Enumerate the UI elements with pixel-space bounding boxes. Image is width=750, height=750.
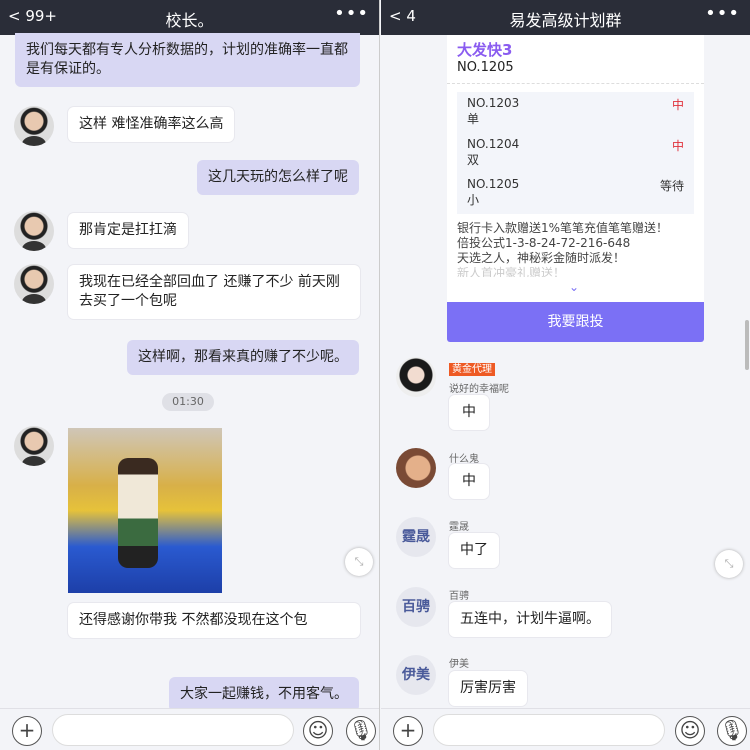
microphone-icon[interactable]: 🎙 [346, 716, 376, 746]
collapse-icon[interactable]: ⤡ [345, 548, 373, 576]
sender-name: 伊美 [449, 659, 469, 670]
avatar[interactable] [14, 426, 54, 466]
message-bubble: 那肯定是扛扛滴 [68, 213, 188, 248]
record-issue: NO.1205 [467, 177, 520, 191]
chat-title: 校长。 [165, 11, 214, 30]
message-bubble: 我们每天都有专人分析数据的，计划的准确率一直都是有保证的。 [15, 33, 360, 87]
sender-name: 霆晟 [449, 522, 469, 533]
follow-bet-button[interactable]: 我要跟投 [447, 302, 704, 342]
message-input[interactable] [433, 714, 665, 746]
avatar[interactable]: 百骋 [396, 587, 436, 627]
avatar[interactable] [396, 448, 436, 488]
more-icon[interactable]: ••• [705, 3, 740, 24]
input-bar: + ☺ 🎙 [0, 708, 379, 750]
record-issue: NO.1204 [467, 137, 520, 151]
plan-card: 大发快3 NO.1205 NO.1203 中单 NO.1204 中双 NO.1205… [447, 35, 704, 302]
avatar[interactable] [14, 264, 54, 304]
more-icon[interactable]: ••• [334, 3, 369, 24]
expand-chevron-icon[interactable]: ⌄ [569, 280, 579, 294]
avatar[interactable] [396, 357, 436, 397]
record-status: 等待 [659, 179, 684, 193]
chat-header: < 4 易发高级计划群 ••• [381, 0, 750, 35]
collapse-icon[interactable]: ⤡ [715, 550, 743, 578]
record-row: NO.1205 等待小 [457, 177, 694, 208]
message-bubble: 厉害厉害 [449, 671, 527, 706]
current-issue: NO.1205 [457, 60, 514, 75]
time-divider: 01:30 [162, 393, 214, 411]
record-row: NO.1203 中单 [457, 96, 694, 127]
photo-image[interactable] [68, 428, 222, 593]
message-bubble: 大家一起赚钱，不用客气。 [169, 677, 359, 712]
sender-name: 百骋 [449, 591, 469, 602]
left-chat-panel: < 99+ 校长。 ••• 我们每天都有专人分析数据的，计划的准确率一直都是有保… [0, 0, 380, 750]
notes: 银行卡入款赠送1%笔笔充值笔笔赠送！ 倍投公式1-3-8-24-72-216-6… [457, 221, 668, 277]
message-bubble: 中了 [449, 533, 499, 568]
avatar[interactable] [14, 211, 54, 251]
message-bubble: 我现在已经全部回血了 还赚了不少 前天刚去买了一个包呢 [68, 265, 360, 319]
message-input[interactable] [52, 714, 294, 746]
input-bar: + ☺ 🎙 [381, 708, 750, 750]
chat-header: < 99+ 校长。 ••• [0, 0, 379, 35]
message-bubble: 中 [449, 464, 489, 499]
note-line: 天选之人，神秘彩金随时派发！ [457, 251, 626, 265]
message-bubble: 中 [449, 395, 489, 430]
gold-agent-badge: 黄金代理 [449, 363, 495, 376]
plus-icon[interactable]: + [393, 716, 423, 746]
record-row: NO.1204 中双 [457, 137, 694, 168]
avatar[interactable] [14, 106, 54, 146]
chat-title: 易发高级计划群 [509, 11, 622, 30]
record-status: 中 [671, 139, 684, 153]
message-bubble: 这样啊，那看来真的赚了不少呢。 [127, 340, 359, 375]
note-line: 倍投公式1-3-8-24-72-216-648 [457, 236, 631, 250]
emoji-icon[interactable]: ☺ [303, 716, 333, 746]
divider [447, 83, 704, 84]
message-bubble: 这样 难怪准确率这么高 [68, 107, 235, 142]
plus-icon[interactable]: + [12, 716, 42, 746]
message-bubble: 这几天玩的怎么样了呢 [197, 160, 359, 195]
record-status: 中 [671, 98, 684, 112]
microphone-icon[interactable]: 🎙 [717, 716, 747, 746]
note-line: 新人首冲豪礼赠送！ [457, 266, 566, 277]
child-figure [118, 458, 158, 568]
message-bubble: 五连中，计划牛逼啊。 [449, 602, 611, 637]
avatar[interactable]: 伊美 [396, 655, 436, 695]
emoji-icon[interactable]: ☺ [675, 716, 705, 746]
avatar[interactable]: 霆晟 [396, 517, 436, 557]
record-issue: NO.1203 [467, 96, 520, 110]
note-line: 银行卡入款赠送1%笔笔充值笔笔赠送！ [457, 221, 669, 235]
game-name: 大发快3 [457, 41, 513, 59]
record-pick: 单 [467, 112, 480, 126]
message-bubble: 还得感谢你带我 不然都没现在这个包 [68, 603, 360, 638]
right-chat-panel: < 4 易发高级计划群 ••• 大发快3 NO.1205 NO.1203 中单 N… [381, 0, 750, 750]
sender-name: 什么鬼 [449, 454, 479, 465]
sender-name: 说好的幸福呢 [449, 384, 509, 395]
scrollbar[interactable] [745, 320, 749, 370]
record-pick: 双 [467, 153, 480, 167]
